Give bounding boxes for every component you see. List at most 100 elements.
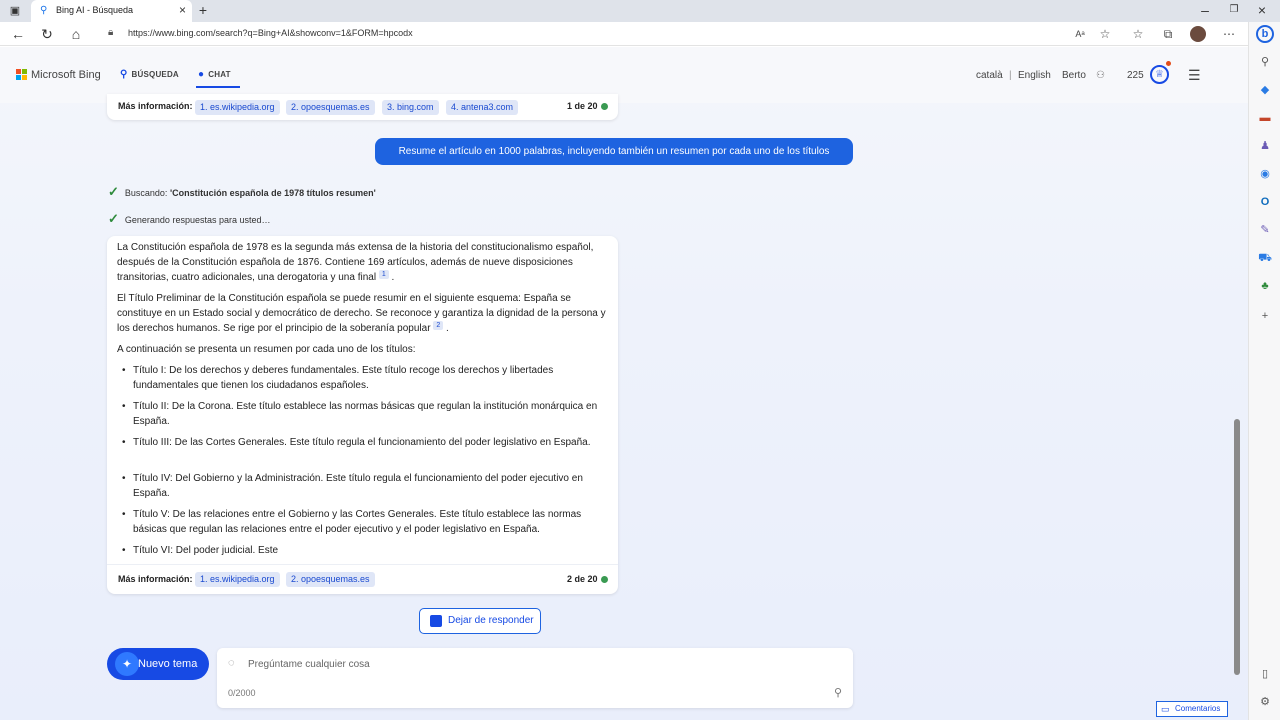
- citation-ref[interactable]: 1: [378, 270, 389, 279]
- source-chip[interactable]: 1. es.wikipedia.org: [195, 572, 280, 587]
- home-icon[interactable]: ⌂: [67, 25, 85, 43]
- active-tab-indicator: [196, 86, 240, 88]
- tab-search[interactable]: ⚲ BÚSQUEDA: [120, 69, 179, 80]
- more-info-label: Más información:: [118, 574, 193, 584]
- rewards-trophy-icon[interactable]: ♕: [1150, 65, 1169, 84]
- chat-input[interactable]: [248, 656, 838, 672]
- generating-status: ✓ Generando respuestas para usted…: [108, 211, 271, 227]
- source-chip[interactable]: 2. opoesquemas.es: [286, 100, 375, 115]
- edge-sidebar: b ⚲ ◆ ▬ ♟ ◉ O ✎ ⛟ ♣ + ▯ ⚙: [1248, 22, 1280, 720]
- chat-icon: ●: [198, 69, 205, 80]
- char-counter: 0/2000: [228, 688, 256, 698]
- tag-icon[interactable]: ◆: [1257, 82, 1273, 98]
- source-chip[interactable]: 2. opoesquemas.es: [286, 572, 375, 587]
- tab-title: Bing AI - Búsqueda: [56, 5, 134, 15]
- menu-icon[interactable]: ☰: [1188, 67, 1201, 84]
- list-item: Título III: De las Cortes Generales. Est…: [122, 436, 613, 451]
- stop-responding-button[interactable]: Dejar de responder: [419, 608, 541, 634]
- answer-paragraph: El Título Preliminar de la Constitución …: [117, 293, 606, 334]
- user-name[interactable]: Berto: [1062, 70, 1086, 81]
- pin-icon[interactable]: ⚲: [834, 686, 842, 699]
- stop-icon: [430, 615, 442, 627]
- broom-icon: ✦: [115, 652, 139, 676]
- profile-avatar[interactable]: [1190, 26, 1206, 42]
- list-item: Título II: De la Corona. Este título est…: [122, 400, 613, 429]
- minimize-icon[interactable]: –: [1196, 1, 1214, 19]
- stop-responding-label: Dejar de responder: [448, 615, 534, 626]
- page-scrollbar[interactable]: [1234, 419, 1240, 675]
- status-dot: [600, 103, 608, 110]
- language-catala-link[interactable]: català: [976, 70, 1003, 81]
- outlook-icon[interactable]: O: [1257, 194, 1273, 210]
- feedback-button[interactable]: ▭ Comentarios: [1156, 701, 1228, 717]
- user-message: Resume el artículo en 1000 palabras, inc…: [375, 138, 853, 165]
- previous-answer-footer: Más información: 1. es.wikipedia.org 2. …: [107, 94, 618, 120]
- rewards-points[interactable]: 225: [1127, 70, 1144, 81]
- user-icon[interactable]: ⚇: [1096, 70, 1105, 81]
- collections-icon[interactable]: ⧉: [1159, 25, 1177, 43]
- tab-actions-icon[interactable]: ▣: [6, 2, 24, 20]
- search-icon: ⚲: [40, 5, 48, 16]
- divider: [107, 564, 618, 565]
- source-chip[interactable]: 3. bing.com: [382, 100, 439, 115]
- office-icon[interactable]: ◉: [1257, 166, 1273, 182]
- answer-paragraph: La Constitución española de 1978 es la s…: [117, 242, 594, 283]
- refresh-icon[interactable]: ↻: [38, 25, 56, 43]
- restore-icon[interactable]: ❐: [1225, 1, 1243, 19]
- response-count-text: 2 de 20: [567, 574, 598, 584]
- games-icon[interactable]: ♟: [1257, 138, 1273, 154]
- source-chip[interactable]: 4. antena3.com: [446, 100, 519, 115]
- answer-paragraph-text: La Constitución española de 1978 es la s…: [117, 242, 594, 283]
- search-icon[interactable]: ⚲: [1257, 54, 1273, 70]
- feedback-label: Comentarios: [1175, 704, 1221, 713]
- status-text: Generando respuestas para usted…: [124, 215, 271, 225]
- address-bar-row: ← ↻ ⌂ 🔒︎ https://www.bing.com/search?q=B…: [0, 22, 1280, 46]
- bot-answer-card: La Constitución española de 1978 es la s…: [107, 236, 618, 594]
- favorite-add-icon[interactable]: ☆: [1096, 25, 1114, 43]
- tab-chat-label: CHAT: [208, 70, 231, 79]
- new-topic-button[interactable]: ✦ Nuevo tema: [107, 648, 209, 680]
- bing-logo-text[interactable]: Microsoft Bing: [31, 69, 101, 81]
- tree-icon[interactable]: ♣: [1257, 278, 1273, 294]
- bing-icon[interactable]: b: [1256, 25, 1274, 43]
- add-icon[interactable]: +: [1257, 308, 1273, 324]
- source-chip[interactable]: 1. es.wikipedia.org: [195, 100, 280, 115]
- check-icon: ✓: [108, 184, 119, 199]
- url-text: https://www.bing.com/search?q=Bing+AI&sh…: [128, 28, 413, 38]
- status-dot: [600, 576, 608, 583]
- search-status: ✓ Buscando: 'Constitución española de 197…: [108, 184, 376, 200]
- drop-icon[interactable]: ✎: [1257, 222, 1273, 238]
- list-item: Título V: De las relaciones entre el Gob…: [122, 508, 613, 537]
- back-icon[interactable]: ←: [9, 25, 27, 43]
- answer-paragraph: A continuación se presenta un resumen po…: [117, 344, 416, 355]
- sidebar-toggle-icon[interactable]: ▯: [1257, 666, 1273, 682]
- language-english-link[interactable]: English: [1018, 70, 1051, 81]
- citation-ref[interactable]: 2: [433, 321, 444, 330]
- settings-icon[interactable]: ⚙: [1257, 694, 1273, 710]
- more-icon[interactable]: ⋯: [1220, 25, 1238, 43]
- list-item: Título VI: Del poder judicial. Este: [122, 544, 613, 559]
- feedback-icon: ▭: [1161, 704, 1170, 714]
- more-info-label: Más información:: [118, 101, 193, 111]
- response-count: 1 de 20: [567, 101, 608, 111]
- microsoft-logo-icon[interactable]: [16, 69, 27, 80]
- response-count: 2 de 20: [567, 574, 608, 584]
- new-tab-icon[interactable]: +: [194, 1, 212, 19]
- url-field[interactable]: 🔒︎ https://www.bing.com/search?q=Bing+AI…: [104, 25, 1124, 43]
- tab-chat[interactable]: ● CHAT: [198, 69, 231, 80]
- shopping-icon[interactable]: ⛟: [1257, 250, 1273, 266]
- list-item: Título I: De los derechos y deberes fund…: [122, 364, 613, 393]
- status-prefix: Buscando:: [124, 188, 170, 198]
- toolbox-icon[interactable]: ▬: [1257, 110, 1273, 126]
- tab-close-icon[interactable]: ×: [179, 3, 186, 17]
- notification-dot: [1166, 61, 1171, 66]
- answer-paragraph-text: El Título Preliminar de la Constitución …: [117, 293, 606, 334]
- chat-bubble-icon: ◌: [228, 657, 235, 669]
- lock-icon: 🔒︎: [108, 27, 114, 38]
- language-separator: |: [1009, 70, 1012, 81]
- favorites-icon[interactable]: ☆: [1129, 25, 1147, 43]
- browser-tab[interactable]: ⚲ Bing AI - Búsqueda ×: [31, 0, 192, 22]
- browser-tab-bar: ▣ ⚲ Bing AI - Búsqueda × + – ❐ ×: [0, 0, 1280, 22]
- read-aloud-icon[interactable]: Aᵃ: [1071, 25, 1089, 43]
- window-close-icon[interactable]: ×: [1253, 1, 1271, 19]
